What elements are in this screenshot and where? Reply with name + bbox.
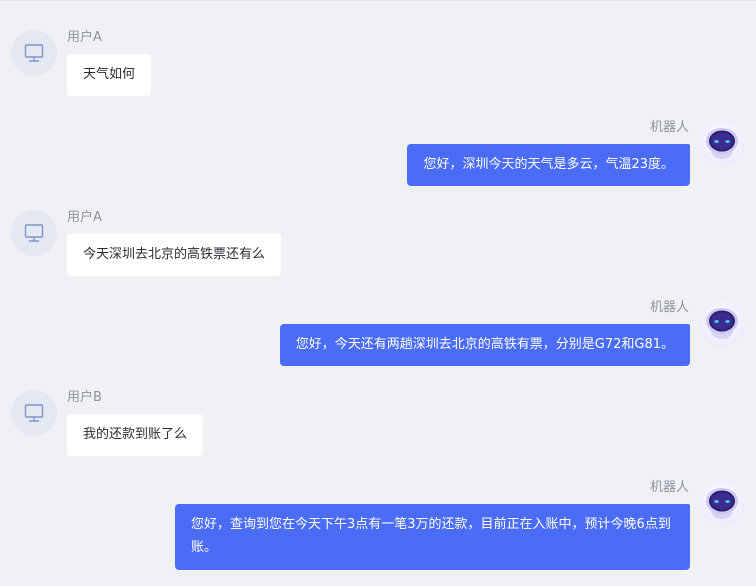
message-bubble: 您好，深圳今天的天气是多云，气温23度。 — [407, 144, 690, 186]
sender-name: 用户B — [67, 390, 102, 405]
message-bubble: 天气如何 — [67, 54, 152, 96]
sender-name: 机器人 — [649, 480, 689, 495]
message-bubble: 您好，今天还有两趟深圳去北京的高铁有票，分别是G72和G81。 — [279, 324, 690, 366]
message-bubble: 我的还款到账了么 — [67, 414, 204, 456]
sender-name: 机器人 — [649, 300, 689, 315]
user-avatar — [11, 210, 57, 256]
bot-avatar — [699, 300, 745, 346]
sender-name: 用户A — [67, 210, 102, 225]
monitor-icon — [24, 224, 44, 242]
sender-name: 用户A — [67, 30, 102, 45]
bot-avatar — [699, 480, 745, 526]
bot-avatar — [699, 120, 745, 166]
robot-icon — [706, 488, 738, 519]
monitor-icon — [24, 404, 44, 422]
robot-icon — [706, 308, 738, 339]
user-avatar — [11, 390, 57, 436]
sender-name: 机器人 — [649, 120, 689, 135]
top-divider — [0, 0, 756, 1]
message-bubble: 您好，查询到您在今天下午3点有一笔3万的还款，目前正在入账中，预计今晚6点到账。 — [175, 504, 690, 570]
user-avatar — [11, 30, 57, 76]
message-bubble: 今天深圳去北京的高铁票还有么 — [67, 234, 282, 276]
robot-icon — [706, 128, 738, 159]
monitor-icon — [24, 44, 44, 62]
